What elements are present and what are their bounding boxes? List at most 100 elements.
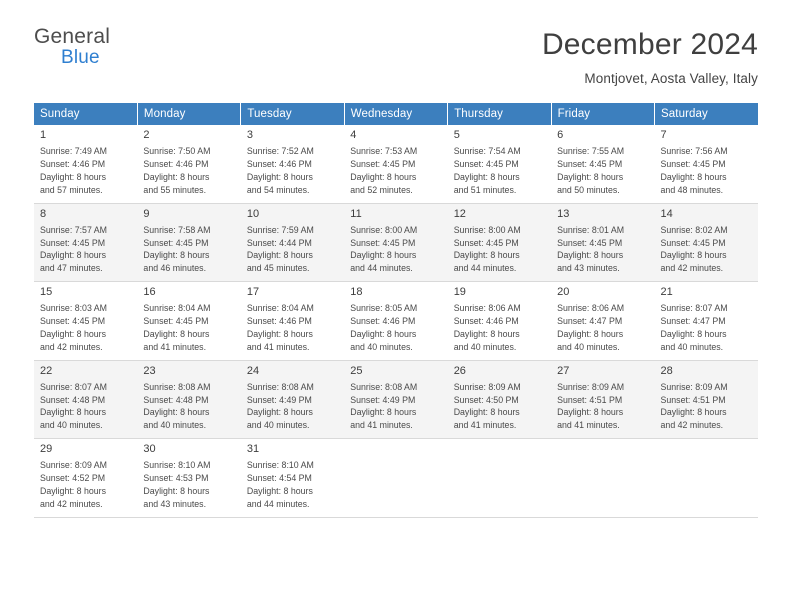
daylight-text: Daylight: 8 hours (660, 407, 727, 418)
calendar-day-cell[interactable]: 24 Sunrise: 8:08 AM Sunset: 4:49 PM Dayligh… (240, 360, 345, 439)
calendar-day-cell[interactable]: 27 Sunrise: 8:09 AM Sunset: 4:51 PM Dayligh… (551, 360, 655, 439)
sunrise-text: Sunrise: 8:08 AM (143, 381, 211, 392)
calendar-day-cell[interactable]: 7 Sunrise: 7:56 AM Sunset: 4:45 PM Daylight… (654, 125, 758, 204)
day-number: 28 (660, 364, 673, 377)
sunrise-text: Sunrise: 8:08 AM (246, 381, 314, 392)
daylight-text: Daylight: 8 hours (557, 407, 624, 418)
sunset-text: Sunset: 4:45 PM (350, 159, 416, 170)
daylight-text: Daylight: 8 hours (660, 250, 727, 261)
daylight-text-cont: and 45 minutes. (246, 263, 310, 274)
calendar-day-cell[interactable]: 14 Sunrise: 8:02 AM Sunset: 4:45 PM Dayligh… (654, 203, 758, 282)
sunset-text: Sunset: 4:46 PM (40, 159, 106, 170)
day-number: 6 (557, 129, 564, 141)
daylight-text: Daylight: 8 hours (40, 171, 107, 182)
day-number: 15 (40, 286, 53, 298)
day-number: 8 (40, 207, 47, 220)
calendar-day-cell[interactable]: 28 Sunrise: 8:09 AM Sunset: 4:51 PM Dayligh… (654, 360, 758, 439)
daylight-text-cont: and 40 minutes. (246, 420, 310, 431)
daylight-text: Daylight: 8 hours (143, 250, 210, 261)
calendar-day-cell[interactable]: 5 Sunrise: 7:54 AM Sunset: 4:45 PM Daylight… (447, 125, 552, 204)
calendar-day-cell[interactable]: 21 Sunrise: 8:07 AM Sunset: 4:47 PM Dayligh… (654, 281, 758, 361)
calendar-day-cell[interactable]: 18 Sunrise: 8:05 AM Sunset: 4:46 PM Dayligh… (344, 281, 448, 361)
calendar-day-cell-empty (344, 438, 448, 518)
sunset-text: Sunset: 4:53 PM (143, 473, 209, 484)
sunrise-text: Sunrise: 8:09 AM (40, 460, 107, 471)
calendar-day-cell[interactable]: 16 Sunrise: 8:04 AM Sunset: 4:45 PM Dayligh… (137, 281, 241, 361)
calendar-day-cell[interactable]: 31 Sunrise: 8:10 AM Sunset: 4:54 PM Dayligh… (240, 438, 345, 518)
calendar-week-row: 29 Sunrise: 8:09 AM Sunset: 4:52 PM Dayligh… (34, 438, 758, 518)
calendar-day-cell[interactable]: 8 Sunrise: 7:57 AM Sunset: 4:45 PM Daylight… (34, 203, 138, 282)
calendar-day-cell[interactable]: 17 Sunrise: 8:04 AM Sunset: 4:46 PM Dayligh… (240, 281, 345, 361)
general-blue-logo[interactable]: General Blue (34, 26, 110, 67)
calendar-day-cell[interactable]: 4 Sunrise: 7:53 AM Sunset: 4:45 PM Daylight… (344, 125, 448, 204)
sunrise-text: Sunrise: 7:49 AM (40, 146, 107, 157)
daylight-text-cont: and 40 minutes. (350, 341, 413, 352)
calendar-day-cell[interactable]: 30 Sunrise: 8:10 AM Sunset: 4:53 PM Dayligh… (137, 438, 241, 518)
daylight-text: Daylight: 8 hours (246, 407, 313, 418)
calendar-day-cell[interactable]: 26 Sunrise: 8:09 AM Sunset: 4:50 PM Dayligh… (447, 360, 552, 439)
sunset-text: Sunset: 4:45 PM (40, 237, 106, 248)
sunrise-text: Sunrise: 7:59 AM (246, 224, 314, 235)
calendar-day-cell[interactable]: 3 Sunrise: 7:52 AM Sunset: 4:46 PM Daylight… (240, 125, 345, 204)
day-number: 18 (350, 286, 363, 298)
weekday-header-thursday: Thursday (447, 103, 552, 125)
calendar-day-cell[interactable]: 22 Sunrise: 8:07 AM Sunset: 4:48 PM Dayligh… (34, 360, 138, 439)
sunset-text: Sunset: 4:45 PM (557, 159, 623, 170)
calendar-day-cell[interactable]: 23 Sunrise: 8:08 AM Sunset: 4:48 PM Dayligh… (137, 360, 241, 439)
sunset-text: Sunset: 4:46 PM (350, 316, 416, 327)
sunset-text: Sunset: 4:47 PM (557, 316, 623, 327)
calendar-day-cell[interactable]: 11 Sunrise: 8:00 AM Sunset: 4:45 PM Dayligh… (344, 203, 448, 282)
sunset-text: Sunset: 4:45 PM (143, 237, 209, 248)
day-number: 1 (40, 129, 47, 141)
daylight-text: Daylight: 8 hours (40, 485, 107, 496)
sunrise-text: Sunrise: 8:02 AM (660, 224, 728, 235)
logo-text-blue: Blue (61, 47, 100, 68)
daylight-text-cont: and 54 minutes. (246, 184, 310, 195)
weekday-header-saturday: Saturday (654, 103, 758, 125)
calendar-day-cell[interactable]: 25 Sunrise: 8:08 AM Sunset: 4:49 PM Dayligh… (344, 360, 448, 439)
daylight-text: Daylight: 8 hours (350, 171, 417, 182)
sunrise-text: Sunrise: 8:08 AM (350, 381, 418, 392)
sunset-text: Sunset: 4:54 PM (246, 473, 312, 484)
title-block: December 2024 Montjovet, Aosta Valley, I… (542, 26, 758, 86)
daylight-text: Daylight: 8 hours (40, 250, 107, 261)
day-number: 25 (350, 364, 363, 377)
calendar-day-cell[interactable]: 20 Sunrise: 8:06 AM Sunset: 4:47 PM Dayligh… (551, 281, 655, 361)
calendar-day-cell[interactable]: 9 Sunrise: 7:58 AM Sunset: 4:45 PM Daylight… (137, 203, 241, 282)
day-number: 16 (143, 286, 156, 298)
logo-text-general: General (34, 25, 111, 48)
calendar-day-cell[interactable]: 6 Sunrise: 7:55 AM Sunset: 4:45 PM Daylight… (551, 125, 655, 204)
calendar-day-cell[interactable]: 2 Sunrise: 7:50 AM Sunset: 4:46 PM Daylight… (137, 125, 241, 204)
weekday-header-wednesday: Wednesday (344, 103, 449, 125)
day-number: 23 (143, 364, 156, 377)
calendar-day-cell[interactable]: 12 Sunrise: 8:00 AM Sunset: 4:45 PM Dayligh… (447, 203, 552, 282)
weekday-header-monday: Monday (137, 103, 242, 125)
sunset-text: Sunset: 4:49 PM (350, 394, 416, 405)
calendar-day-cell[interactable]: 13 Sunrise: 8:01 AM Sunset: 4:45 PM Dayligh… (551, 203, 655, 282)
daylight-text-cont: and 51 minutes. (453, 184, 517, 195)
daylight-text-cont: and 42 minutes. (660, 420, 724, 431)
calendar-day-cell[interactable]: 19 Sunrise: 8:06 AM Sunset: 4:46 PM Dayligh… (447, 281, 552, 361)
day-number: 14 (660, 207, 673, 220)
calendar-day-cell[interactable]: 1 Sunrise: 7:49 AM Sunset: 4:46 PM Daylight… (34, 125, 138, 204)
day-number: 21 (660, 286, 673, 298)
sunrise-text: Sunrise: 8:10 AM (246, 460, 314, 471)
daylight-text-cont: and 50 minutes. (557, 184, 620, 195)
calendar-page: General Blue December 2024 Montjovet, Ao… (0, 0, 792, 612)
weekday-header-sunday: Sunday (34, 103, 138, 125)
sunrise-text: Sunrise: 7:53 AM (350, 146, 418, 157)
daylight-text-cont: and 43 minutes. (557, 263, 620, 274)
sunrise-text: Sunrise: 8:06 AM (453, 303, 521, 314)
calendar-day-cell[interactable]: 10 Sunrise: 7:59 AM Sunset: 4:44 PM Dayligh… (240, 203, 345, 282)
daylight-text: Daylight: 8 hours (143, 171, 210, 182)
daylight-text-cont: and 55 minutes. (143, 184, 207, 195)
daylight-text: Daylight: 8 hours (143, 407, 210, 418)
sunset-text: Sunset: 4:48 PM (143, 394, 209, 405)
daylight-text-cont: and 42 minutes. (660, 263, 724, 274)
daylight-text: Daylight: 8 hours (453, 250, 520, 261)
calendar-day-cell[interactable]: 29 Sunrise: 8:09 AM Sunset: 4:52 PM Dayligh… (34, 438, 138, 518)
calendar-day-cell[interactable]: 15 Sunrise: 8:03 AM Sunset: 4:45 PM Dayligh… (34, 281, 138, 361)
daylight-text-cont: and 41 minutes. (453, 420, 517, 431)
daylight-text: Daylight: 8 hours (40, 407, 107, 418)
sunset-text: Sunset: 4:48 PM (40, 394, 106, 405)
